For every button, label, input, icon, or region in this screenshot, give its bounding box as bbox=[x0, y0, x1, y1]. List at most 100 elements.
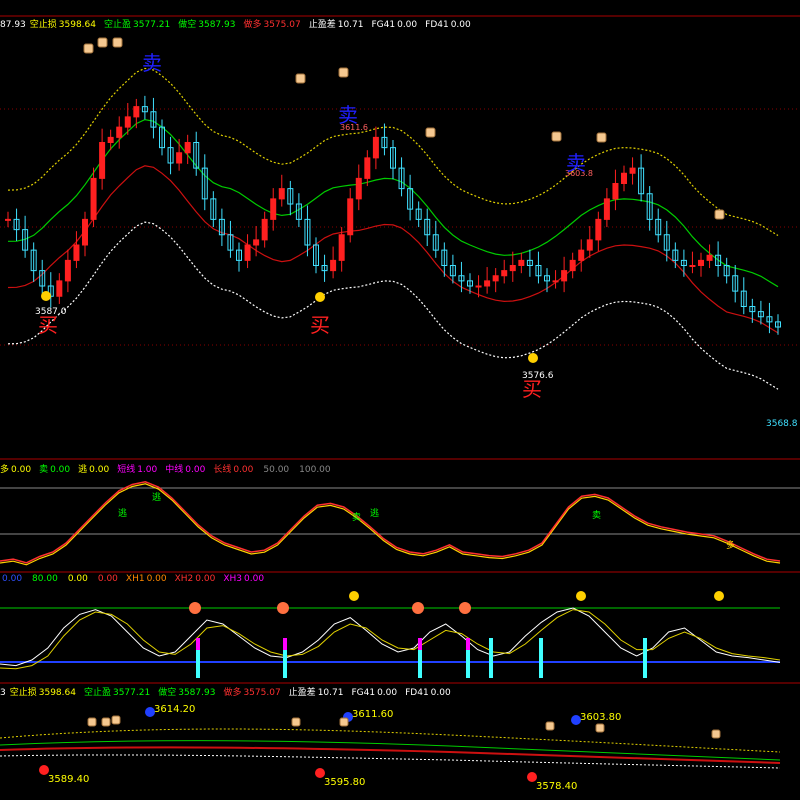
candle-body bbox=[347, 198, 354, 236]
overview-price-label: 3589.40 bbox=[48, 774, 89, 785]
osc2-bar bbox=[196, 638, 200, 650]
thumb-icon bbox=[338, 67, 349, 78]
candle-body bbox=[176, 152, 183, 164]
candle-body bbox=[706, 254, 713, 261]
candle-body bbox=[698, 259, 704, 266]
thumb-icon bbox=[595, 723, 605, 733]
candle-body bbox=[56, 280, 63, 297]
candle-body bbox=[509, 265, 516, 272]
candle-body bbox=[492, 275, 499, 282]
candle-body bbox=[124, 116, 131, 128]
candle-body bbox=[578, 249, 585, 261]
face-icon bbox=[459, 602, 471, 614]
candle-body bbox=[82, 218, 88, 246]
smiley-icon bbox=[315, 292, 325, 302]
sell-signal: 卖 bbox=[338, 103, 358, 127]
candle-body bbox=[612, 183, 619, 200]
bottom-band-line bbox=[7, 221, 779, 390]
osc2-bar bbox=[283, 650, 287, 678]
thumb-icon bbox=[545, 721, 555, 731]
thumb-icon bbox=[87, 717, 97, 727]
overview-price-label: 3611.60 bbox=[352, 709, 393, 720]
thumb-icon bbox=[101, 717, 111, 727]
candle-body bbox=[244, 244, 251, 261]
overview-lower-line bbox=[0, 754, 781, 769]
candle-body bbox=[90, 177, 97, 220]
face-icon bbox=[412, 602, 424, 614]
lower-band-line bbox=[7, 165, 779, 334]
candle-body bbox=[518, 259, 525, 266]
overview-price-label: 3578.40 bbox=[536, 781, 577, 792]
osc2-bar bbox=[418, 650, 422, 678]
osc2-bar bbox=[539, 638, 543, 650]
osc2-curve-yellow bbox=[0, 609, 781, 670]
thumb-icon bbox=[83, 43, 94, 54]
smiley-icon bbox=[714, 591, 724, 601]
osc1-signal-label: 逃 bbox=[370, 507, 379, 519]
overview-price-label: 3595.80 bbox=[324, 777, 365, 788]
candle-body bbox=[364, 157, 371, 179]
candle-body bbox=[484, 280, 491, 287]
thumb-icon bbox=[711, 729, 721, 739]
face-icon bbox=[277, 602, 289, 614]
candle-body bbox=[569, 259, 576, 272]
candle-body bbox=[561, 270, 568, 282]
candle-body bbox=[355, 177, 362, 200]
osc2-bar bbox=[466, 638, 470, 650]
candle-body bbox=[278, 188, 285, 200]
buy-signal: 买 bbox=[38, 313, 58, 337]
buy-signal: 买 bbox=[522, 377, 542, 401]
thumb-icon bbox=[596, 132, 607, 143]
osc2-bar bbox=[643, 638, 647, 650]
osc2-bar bbox=[489, 638, 493, 650]
smiley-icon bbox=[349, 591, 359, 601]
candle-body bbox=[107, 136, 114, 143]
candle-body bbox=[603, 198, 610, 220]
price-label: 3568.8 bbox=[766, 419, 798, 429]
candle-body bbox=[261, 218, 268, 241]
thumb-icon bbox=[714, 209, 725, 220]
candle-body bbox=[372, 136, 379, 159]
candle-body bbox=[475, 285, 482, 288]
candle-body bbox=[253, 239, 260, 246]
osc2-bar bbox=[283, 638, 287, 650]
smiley-icon bbox=[528, 353, 538, 363]
osc2-bar bbox=[539, 650, 543, 678]
candle-body bbox=[64, 259, 71, 282]
smiley-icon bbox=[576, 591, 586, 601]
osc1-signal-label: 逃 bbox=[152, 491, 161, 503]
osc2-bar bbox=[196, 650, 200, 678]
candle-body bbox=[133, 106, 140, 118]
smiley-icon bbox=[41, 291, 51, 301]
osc1-curve-yellow bbox=[0, 483, 781, 566]
osc2-bar bbox=[418, 638, 422, 650]
chart-canvas: 3587.03576.63568.83611.63603.8买 买买卖卖卖逃逃卖逃… bbox=[0, 15, 800, 792]
sell-signal: 卖 bbox=[142, 51, 162, 75]
candle-body bbox=[586, 239, 593, 251]
candle-body bbox=[595, 218, 602, 241]
candle-body bbox=[330, 259, 337, 272]
face-icon bbox=[189, 602, 201, 614]
candle-body bbox=[270, 198, 277, 220]
candle-body bbox=[501, 270, 508, 277]
candle-body bbox=[116, 126, 123, 138]
candle-body bbox=[629, 167, 636, 174]
candle-body bbox=[338, 234, 345, 261]
candle-body bbox=[552, 280, 559, 283]
osc2-curve-white bbox=[0, 607, 781, 667]
thumb-icon bbox=[291, 717, 301, 727]
candle-body bbox=[689, 265, 696, 267]
osc2-bar bbox=[489, 650, 493, 678]
osc1-signal-label: 多 bbox=[726, 539, 735, 551]
thumb-icon bbox=[97, 37, 108, 48]
thumb-icon bbox=[295, 73, 306, 84]
candle-body bbox=[621, 172, 627, 184]
osc2-bar bbox=[466, 650, 470, 678]
sell-signal: 卖 bbox=[566, 151, 586, 175]
overview-price-label: 3614.20 bbox=[154, 704, 195, 715]
candle-body bbox=[99, 142, 106, 179]
overview-price-label: 3603.80 bbox=[580, 712, 621, 723]
thumb-icon bbox=[425, 127, 436, 138]
thumb-icon bbox=[339, 717, 349, 727]
candle-body bbox=[5, 218, 11, 221]
